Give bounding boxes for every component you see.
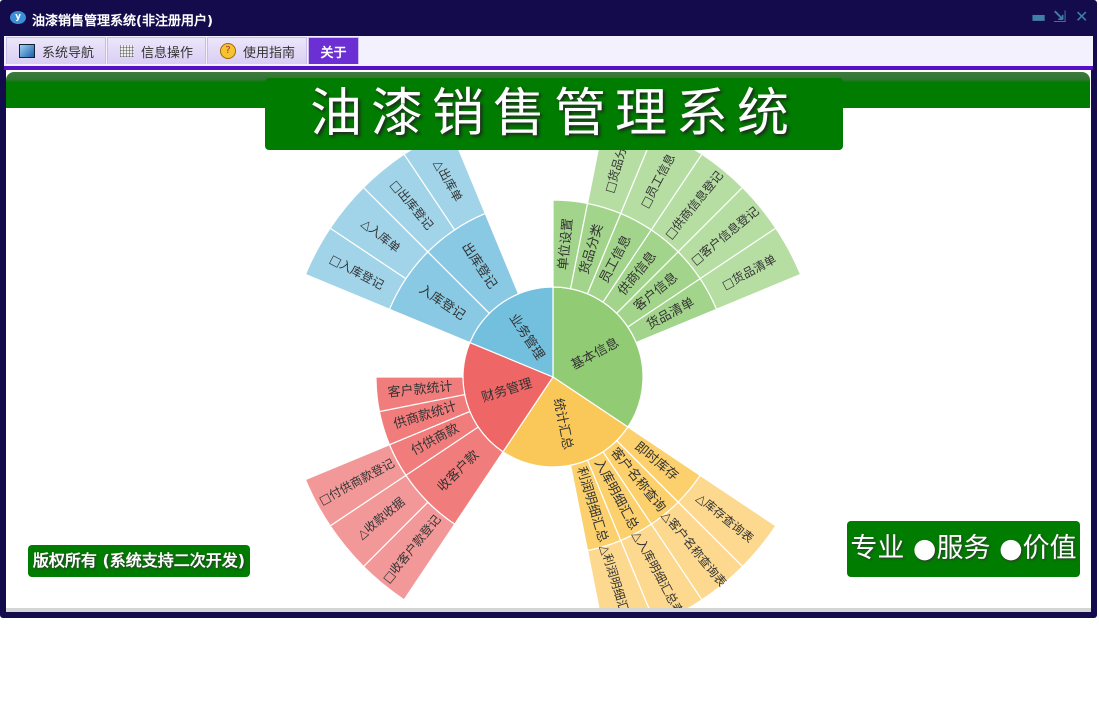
slogan-badge: 专业 ●服务 ●价值	[847, 521, 1080, 577]
page-title-banner: 油漆销售管理系统	[265, 78, 843, 150]
copyright-badge: 版权所有 (系统支持二次开发)	[28, 545, 250, 577]
